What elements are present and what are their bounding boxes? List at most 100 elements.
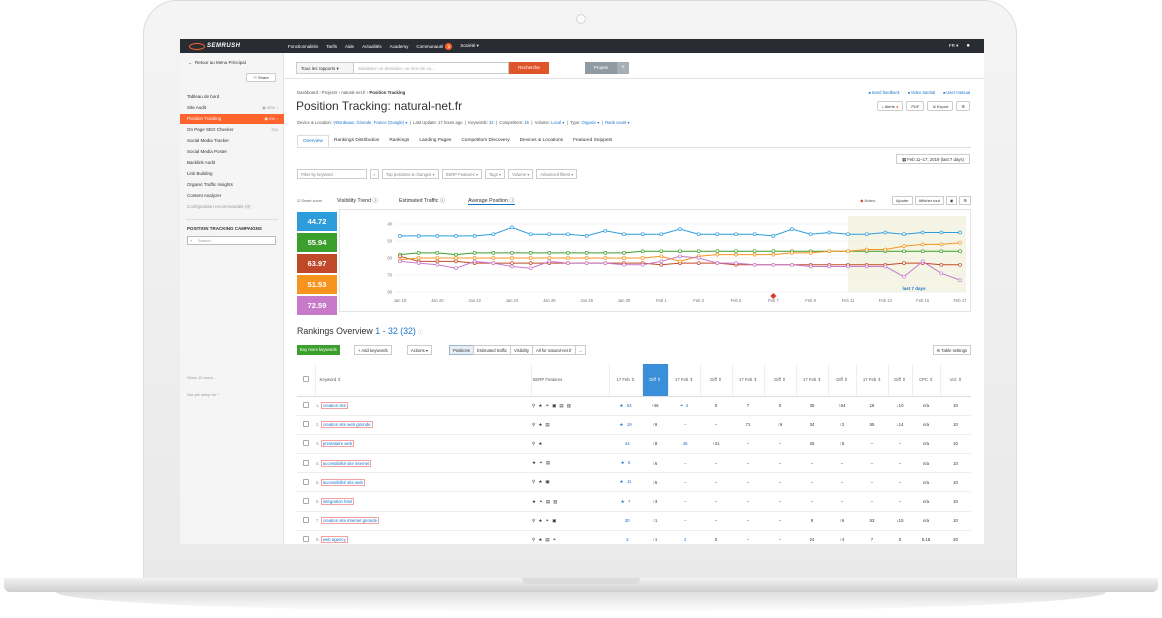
position-value[interactable]: 35 (796, 396, 828, 416)
col-diff[interactable]: Diff ⇕ (642, 364, 669, 397)
nav-item-community[interactable]: Communauté 5 (416, 42, 453, 50)
position-value[interactable]: – (732, 453, 764, 474)
table-row[interactable]: 2. creation site web gironde ⚲ ★ ▤ ★ 19 ↑9 … (297, 415, 971, 435)
gear-icon[interactable]: ⚙ (959, 196, 971, 205)
kpi-tile[interactable]: 63.97 (297, 254, 337, 273)
col-keyword[interactable]: Keyword ⇕ (315, 364, 532, 397)
top-positions-filter[interactable]: Top positions & changes ▾ (382, 169, 439, 179)
tab-visibility-trend[interactable]: Visibility Trend ⓘ (337, 196, 378, 204)
position-value[interactable]: – (732, 511, 764, 531)
position-value[interactable]: – (856, 453, 888, 474)
segment-more[interactable]: ... (574, 345, 587, 355)
pdf-button[interactable]: PDF (906, 101, 925, 111)
keyword-link[interactable]: accessibilité site internet (320, 459, 372, 467)
domain-search-input[interactable]: Saisissez un domaine, un mot clé ou... (354, 62, 509, 74)
kpi-tile[interactable]: 44.72 (297, 212, 337, 231)
row-checkbox-cell[interactable] (297, 530, 315, 544)
keywords-count[interactable]: 32 (489, 120, 494, 125)
volume-filter[interactable]: Volume ▾ (508, 169, 534, 179)
segment-estimated-traffic[interactable]: Estimated traffic (473, 345, 511, 355)
settings-gear-icon[interactable]: ⚙ (956, 101, 970, 111)
segment-all-for-domain[interactable]: All for natural-net.fr (532, 345, 576, 355)
row-checkbox-cell[interactable] (297, 453, 315, 474)
tab-overview[interactable]: Overview (297, 135, 329, 147)
tab-competitors-discovery[interactable]: Competitors Discovery (456, 135, 514, 147)
table-row[interactable]: 6. intégration html ★ ⚭ ▤ ▥ ★ 7 ↑3 – – – – – – – –… (297, 491, 971, 512)
position-value[interactable]: – (684, 422, 686, 427)
position-value[interactable]: 3 (626, 537, 628, 542)
search-button[interactable]: Recherche (509, 62, 549, 74)
tab-estimated-traffic[interactable]: Estimated Traffic ⓘ (399, 196, 445, 204)
projects-button[interactable]: Projets (585, 62, 617, 74)
sidebar-item-recommended-config[interactable]: Configuration recommandée (0) (180, 202, 284, 212)
checkbox[interactable] (303, 440, 309, 447)
sidebar-item-on-page-seo[interactable]: On Page SEO Checker 224 (180, 125, 284, 135)
video-tutorial-link[interactable]: Video tutorial (908, 90, 935, 95)
tab-devices-locations[interactable]: Devices & Locations (515, 135, 568, 147)
position-value[interactable]: – (732, 491, 764, 512)
tab-featured-snippets[interactable]: Featured Snippets (568, 135, 617, 147)
nav-item-company[interactable]: Société ▾ (460, 43, 479, 49)
share-button[interactable]: ⚇ Share (246, 73, 276, 82)
position-value[interactable]: 4 (686, 403, 688, 408)
position-value[interactable]: – (732, 434, 764, 455)
checkbox[interactable] (303, 459, 309, 466)
position-value[interactable]: – (856, 491, 888, 512)
nav-item[interactable]: Aide (345, 44, 354, 49)
advanced-filters[interactable]: Advanced filters ▾ (536, 169, 578, 179)
position-value[interactable]: 45 (683, 441, 688, 446)
serp-features-filter[interactable]: SERP Features ▾ (441, 169, 482, 179)
sidebar-item-social-media-poster[interactable]: Social Media Poster (180, 147, 284, 157)
position-value[interactable]: 24 (796, 530, 828, 544)
sidebar-item-dashboard[interactable]: Tableau de bord (180, 92, 284, 102)
add-project-button[interactable]: + (617, 62, 629, 74)
add-keywords-button[interactable]: + Add keywords (354, 345, 392, 355)
campaign-search-input[interactable]: ⌕ Search (187, 236, 276, 245)
position-value[interactable]: 30 (625, 518, 630, 523)
col-diff[interactable]: Diff ⇕ (828, 364, 857, 397)
checkbox[interactable] (303, 517, 309, 524)
kpi-tile[interactable]: 55.94 (297, 233, 337, 252)
kpi-tile[interactable]: 72.59 (297, 296, 337, 315)
position-value[interactable]: – (684, 480, 686, 485)
tab-rankings-distribution[interactable]: Rankings Distribution (329, 135, 384, 147)
checkbox[interactable] (303, 478, 309, 485)
tab-rankings[interactable]: Rankings (384, 135, 414, 147)
smart-zoom-checkbox[interactable]: ☑ Smart zoom (297, 198, 322, 203)
position-value[interactable]: 9 (796, 511, 828, 531)
position-value[interactable]: 19 (627, 422, 632, 427)
not-setup-toggle[interactable]: Not yet setup for ^ (187, 392, 219, 397)
sidebar-item-content-analyzer[interactable]: Content Analyzer (180, 191, 284, 201)
keyword-filter-input[interactable]: Filter by keyword (297, 169, 367, 179)
row-checkbox-cell[interactable] (297, 396, 315, 416)
position-value[interactable]: – (732, 472, 764, 493)
keyword-link[interactable]: prestataire web (320, 440, 355, 448)
breadcrumb-link[interactable]: Dashboard (297, 90, 318, 95)
table-row[interactable]: 7. creation site internet gironde ⚲ ★ ⚭ ▣… (297, 511, 971, 531)
nav-item[interactable]: Fonctionnalités (288, 44, 318, 49)
keyword-link[interactable]: accessibilité site web (320, 478, 365, 486)
col-volume[interactable]: Vol. ⇕ (940, 364, 971, 397)
table-row[interactable]: 5. accessibilité site web ⚲ ★ ▣ ★ 11 ↑5 – – –… (297, 472, 971, 493)
semrush-logo[interactable]: SEMRUSH (189, 42, 241, 50)
keyword-link[interactable]: creation site (320, 402, 348, 410)
sidebar-item-link-building[interactable]: Link Building (180, 169, 284, 179)
position-value[interactable]: 54 (627, 403, 632, 408)
segment-positions[interactable]: Positions (449, 345, 474, 355)
keyword-link[interactable]: web agency (320, 536, 348, 544)
keyword-link[interactable]: creation site web gironde (320, 421, 373, 429)
position-value[interactable]: – (732, 530, 764, 544)
col-date[interactable]: 17 Feb ⇕ (732, 364, 765, 397)
report-select[interactable]: Tous les rapports ▾ (296, 62, 354, 74)
segment-visibility[interactable]: Visibility (509, 345, 534, 355)
position-value[interactable]: 25 (796, 434, 828, 455)
volume-select[interactable]: Local ▾ (551, 120, 564, 125)
position-value[interactable]: 7 (856, 530, 888, 544)
add-note-button[interactable]: Ajouter (891, 196, 913, 205)
nav-item[interactable]: Tarifs (326, 44, 337, 49)
user-manual-link[interactable]: User manual (943, 90, 970, 95)
position-value[interactable]: 55 (856, 415, 888, 435)
col-date[interactable]: 17 Feb ⇕ (668, 364, 701, 397)
checkbox[interactable] (303, 536, 309, 543)
position-value[interactable]: – (796, 453, 828, 474)
